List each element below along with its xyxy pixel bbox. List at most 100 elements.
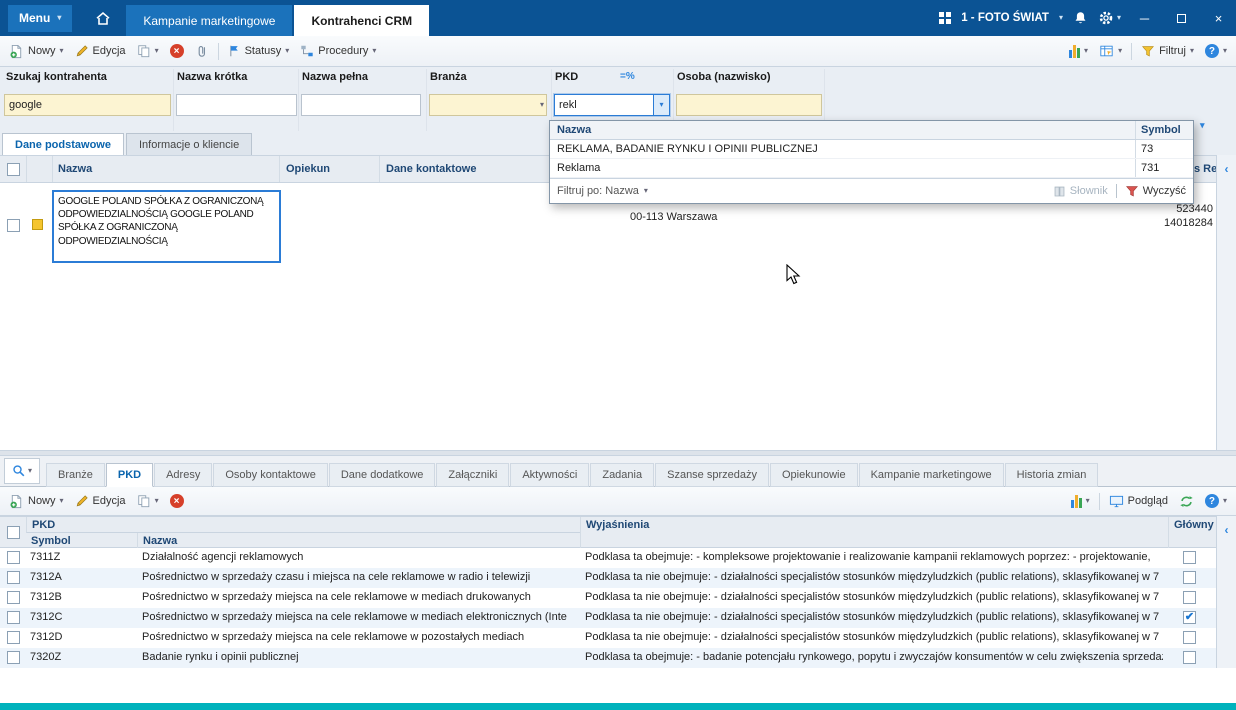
col-group-pkd[interactable]: PKD [26,517,580,533]
row-checkbox[interactable] [7,219,20,232]
col-header-symbol[interactable]: Symbol [26,533,138,549]
row-nazwa-cell[interactable]: GOOGLE POLAND SPÓŁKA Z OGRANICZONĄ ODPOW… [52,190,281,263]
tab-label: Historia zmian [1016,469,1087,481]
select-all-checkbox[interactable] [7,163,20,176]
collapse-filter-icon[interactable] [1200,120,1205,131]
home-button[interactable] [88,5,118,32]
col-header-nazwa[interactable]: Nazwa [52,156,280,182]
help-button[interactable] [1200,489,1232,513]
tab-dane-podstawowe[interactable]: Dane podstawowe [2,133,124,155]
glowny-checkbox[interactable] [1183,651,1196,664]
col-header-opiekun[interactable]: Opiekun [280,156,380,182]
procedury-button[interactable]: Procedury [295,39,381,63]
attachment-button[interactable] [190,39,214,63]
copy-button[interactable] [132,489,164,513]
grid-search-button[interactable] [4,458,40,484]
tab-aktywnosci[interactable]: Aktywności [510,463,590,487]
row-checkbox[interactable] [7,611,20,624]
app-window: Menu Kampanie marketingowe Kontrahenci C… [0,0,1236,710]
chart-button[interactable] [1066,489,1095,513]
close-button[interactable]: × [1205,6,1232,30]
select-all-checkbox[interactable] [7,526,20,539]
row-checkbox[interactable] [7,571,20,584]
row-checkbox[interactable] [7,651,20,664]
tab-osoby-kontaktowe[interactable]: Osoby kontaktowe [213,463,328,487]
apps-grid-icon[interactable] [939,12,952,24]
minimize-button[interactable]: ─ [1131,6,1158,30]
edit-button[interactable]: Edycja [70,489,131,513]
row-checkbox[interactable] [7,591,20,604]
maximize-button[interactable] [1168,6,1195,30]
pkd-dropdown-button[interactable] [653,95,669,115]
bell-icon[interactable] [1073,10,1088,26]
refresh-button[interactable] [1174,489,1199,513]
tab-szanse-sprzedazy[interactable]: Szanse sprzedaży [655,463,769,487]
table-row[interactable]: 7312C Pośrednictwo w sprzedaży miejsca n… [0,608,1216,628]
statusy-button[interactable]: Statusy [223,39,295,63]
tab-zalaczniki[interactable]: Załączniki [436,463,510,487]
chevron-down-icon [659,101,663,109]
glowny-checkbox[interactable] [1183,551,1196,564]
osoba-input[interactable] [676,94,822,116]
search-input[interactable] [4,94,171,116]
preview-button[interactable]: Podgląd [1104,489,1173,513]
tab-dane-dodatkowe[interactable]: Dane dodatkowe [328,463,436,487]
expand-right-panel-bottom[interactable] [1216,516,1236,668]
filter-button[interactable]: Filtruj [1136,39,1199,63]
col-header-glowny[interactable]: Główny [1168,517,1216,549]
tab-zadania[interactable]: Zadania [590,463,655,487]
tab-informacje-o-kliencie[interactable]: Informacje o kliencie [125,133,253,155]
dropdown-row[interactable]: Reklama 731 [550,159,1193,178]
dropdown-footer-right: Słownik Wyczyść [1053,184,1186,198]
help-button[interactable] [1200,39,1232,63]
dropdown-col-symbol[interactable]: Symbol [1135,121,1193,139]
tab-historia-zmian[interactable]: Historia zmian [1004,463,1099,487]
row-checkbox[interactable] [7,551,20,564]
menu-button[interactable]: Menu [8,4,73,32]
glowny-checkbox[interactable] [1183,571,1196,584]
settings-button[interactable] [1098,10,1121,26]
delete-button[interactable] [165,489,189,513]
grid-settings-button[interactable] [1094,39,1127,63]
preview-label: Podgląd [1127,495,1168,507]
table-row[interactable]: 7311Z Działalność agencji reklamowych Po… [0,548,1216,568]
row-checkbox[interactable] [7,631,20,644]
tab-opiekunowie[interactable]: Opiekunowie [770,463,858,487]
glowny-checkbox[interactable] [1183,611,1196,624]
chart-button[interactable] [1064,39,1093,63]
row-adres-cell[interactable]: 00-113 Warszawa [630,211,717,223]
glowny-checkbox[interactable] [1183,631,1196,644]
col-header-wyjasnienia[interactable]: Wyjaśnienia [580,517,1168,549]
tab-kontrahenci-crm[interactable]: Kontrahenci CRM [294,5,430,36]
edit-button[interactable]: Edycja [70,39,131,63]
match-mode-icon[interactable]: =% [620,71,635,82]
glowny-checkbox[interactable] [1183,591,1196,604]
tab-branze[interactable]: Branże [46,463,105,487]
dropdown-footer: Filtruj po: Nazwa Słownik Wyczyść [550,178,1193,203]
tab-pkd[interactable]: PKD [105,463,154,487]
col-header-nazwa[interactable]: Nazwa [138,533,580,549]
dropdown-col-nazwa[interactable]: Nazwa [550,124,1135,136]
tab-kampanie-marketingowe[interactable]: Kampanie marketingowe [858,463,1004,487]
filter-by-selector[interactable]: Filtruj po: Nazwa [557,185,648,197]
workspace-chevron-icon[interactable] [1059,14,1063,22]
table-row[interactable]: 7312D Pośrednictwo w sprzedaży miejsca n… [0,628,1216,648]
pkd-combo[interactable]: rekl [553,93,671,117]
branza-select[interactable] [429,94,547,116]
dropdown-row[interactable]: REKLAMA, BADANIE RYNKU I OPINII PUBLICZN… [550,140,1193,159]
nazwa-krotka-input[interactable] [176,94,297,116]
tab-kampanie-marketingowe[interactable]: Kampanie marketingowe [126,5,293,36]
nazwa-pelna-input[interactable] [301,94,421,116]
row-color-indicator[interactable] [32,219,43,230]
table-row[interactable]: 7312B Pośrednictwo w sprzedaży miejsca n… [0,588,1216,608]
delete-button[interactable] [165,39,189,63]
table-row[interactable]: 7312A Pośrednictwo w sprzedaży czasu i m… [0,568,1216,588]
table-row[interactable]: 7320Z Badanie rynku i opinii publicznej … [0,648,1216,668]
copy-button[interactable] [132,39,164,63]
new-button[interactable]: Nowy [4,39,69,63]
wyczysc-button[interactable]: Wyczyść [1125,185,1186,198]
slownik-button[interactable]: Słownik [1053,185,1108,198]
new-button[interactable]: Nowy [4,489,69,513]
tab-adresy[interactable]: Adresy [154,463,213,487]
expand-right-panel-top[interactable] [1216,155,1236,450]
